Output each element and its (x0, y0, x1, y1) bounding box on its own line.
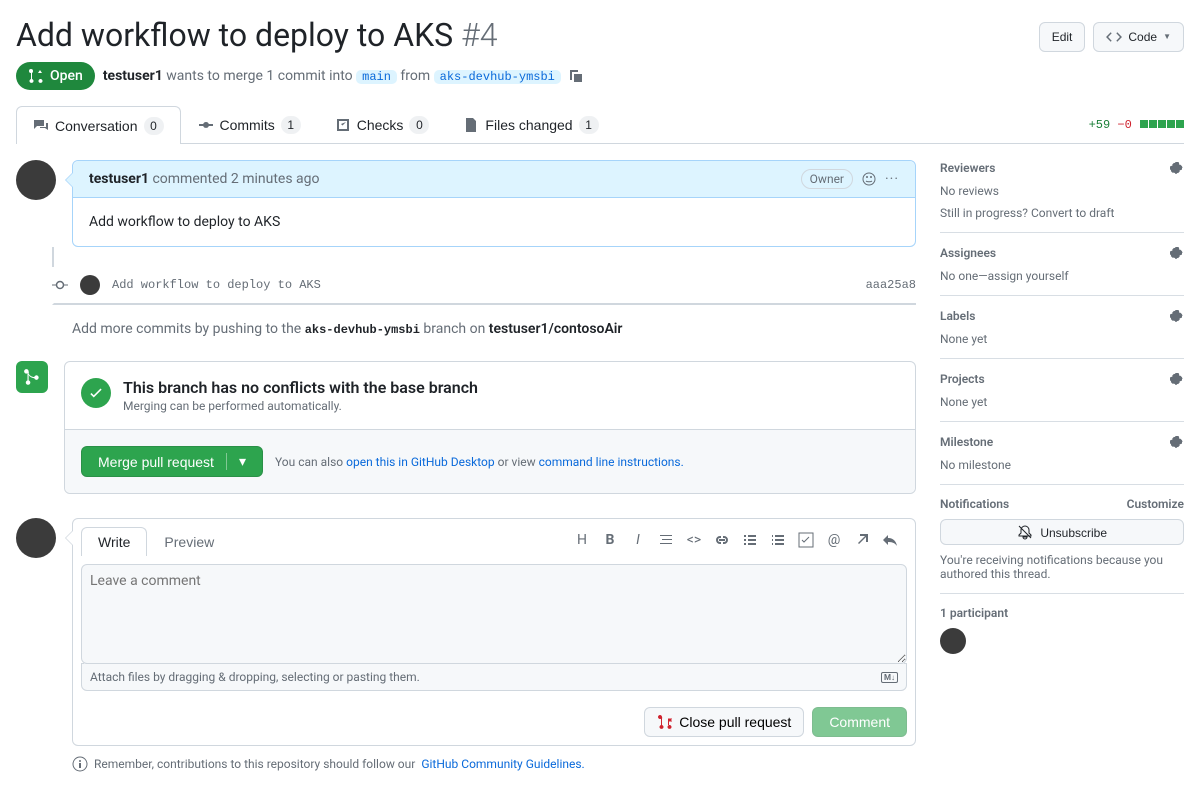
checklist-icon (335, 117, 351, 133)
link-icon[interactable] (713, 532, 731, 552)
close-pr-button[interactable]: Close pull request (644, 707, 804, 737)
copy-icon[interactable] (568, 68, 584, 84)
write-tab[interactable]: Write (81, 527, 147, 556)
sidebar-labels: Labels None yet (940, 296, 1184, 359)
tab-commits[interactable]: Commits1 (181, 106, 318, 143)
comment-body: Add workflow to deploy to AKS (73, 198, 915, 246)
diffstat: +59 −0 (1089, 118, 1184, 132)
author-role-badge: Owner (801, 169, 853, 189)
smiley-icon[interactable] (861, 171, 877, 187)
merge-pull-request-button[interactable]: Merge pull request▾ (81, 446, 263, 477)
commits-count: 1 (281, 116, 301, 134)
sidebar-assignees: Assignees No one—assign yourself (940, 233, 1184, 296)
gear-icon[interactable] (1168, 371, 1184, 387)
gear-icon[interactable] (1168, 160, 1184, 176)
unordered-list-icon[interactable] (741, 532, 759, 552)
commit-row: Add workflow to deploy to AKS aaa25a8 (16, 267, 916, 303)
merge-description: testuser1 wants to merge 1 commit into m… (103, 68, 585, 84)
guidelines-link[interactable]: GitHub Community Guidelines. (421, 757, 584, 771)
markdown-toolbar: H B I <> @ (573, 532, 907, 552)
pr-title: Add workflow to deploy to AKS #4 (16, 16, 497, 54)
bold-icon[interactable]: B (601, 532, 619, 552)
code-icon (1106, 29, 1122, 45)
avatar[interactable] (80, 275, 100, 295)
pr-number: #4 (461, 16, 497, 54)
tab-checks[interactable]: Checks0 (318, 106, 447, 143)
git-pull-request-icon (28, 68, 44, 84)
tasklist-icon[interactable] (797, 532, 815, 552)
git-commit-icon (198, 117, 214, 133)
push-hint: Add more commits by pushing to the aks-d… (16, 313, 916, 345)
sidebar-participants: 1 participant (940, 594, 1184, 666)
checks-count: 0 (409, 116, 429, 134)
info-icon (72, 756, 88, 772)
italic-icon[interactable]: I (629, 532, 647, 552)
code-icon[interactable]: <> (685, 532, 703, 552)
comment-button[interactable]: Comment (812, 707, 907, 737)
comment-discussion-icon (33, 118, 49, 134)
customize-link[interactable]: Customize (1127, 497, 1184, 511)
commit-message[interactable]: Add workflow to deploy to AKS (112, 278, 321, 292)
caret-down-icon[interactable]: ▾ (226, 453, 246, 470)
comment-textarea[interactable] (81, 564, 907, 664)
files-count: 1 (579, 116, 599, 134)
kebab-icon[interactable]: ··· (885, 171, 899, 187)
merge-status-title: This branch has no conflicts with the ba… (123, 378, 478, 397)
assign-yourself-link[interactable]: assign yourself (988, 269, 1069, 283)
avatar[interactable] (16, 518, 56, 558)
pr-title-text: Add workflow to deploy to AKS (16, 16, 453, 54)
heading-icon[interactable]: H (573, 532, 591, 552)
command-line-link[interactable]: command line instructions. (539, 455, 684, 469)
conversation-count: 0 (144, 117, 164, 135)
quote-icon[interactable] (657, 532, 675, 552)
merge-status-subtitle: Merging can be performed automatically. (123, 399, 478, 413)
sidebar-milestone: Milestone No milestone (940, 422, 1184, 485)
git-merge-icon (23, 368, 41, 386)
sidebar-projects: Projects None yet (940, 359, 1184, 422)
git-pull-request-closed-icon (657, 714, 673, 730)
unsubscribe-button[interactable]: Unsubscribe (940, 519, 1184, 545)
attach-hint[interactable]: Attach files by dragging & dropping, sel… (81, 663, 907, 691)
edit-button[interactable]: Edit (1039, 22, 1086, 52)
caret-down-icon: ▼ (1163, 27, 1171, 47)
pr-state-open: Open (16, 62, 95, 90)
commit-dot-icon (52, 277, 68, 293)
convert-to-draft-link[interactable]: Convert to draft (1031, 206, 1115, 220)
mention-icon[interactable]: @ (825, 532, 843, 552)
git-merge-badge (16, 361, 48, 393)
avatar[interactable] (16, 160, 56, 200)
participant-avatar[interactable] (940, 628, 966, 654)
check-circle-icon (81, 378, 111, 408)
gear-icon[interactable] (1168, 308, 1184, 324)
preview-tab[interactable]: Preview (147, 527, 231, 556)
comment-meta: testuser1 commented 2 minutes ago (89, 171, 320, 187)
cross-reference-icon[interactable] (853, 532, 871, 552)
bell-slash-icon (1017, 524, 1033, 540)
tab-conversation[interactable]: Conversation0 (16, 106, 181, 144)
commit-sha[interactable]: aaa25a8 (866, 278, 916, 292)
sidebar-notifications: NotificationsCustomize Unsubscribe You'r… (940, 485, 1184, 594)
gear-icon[interactable] (1168, 245, 1184, 261)
target-branch-chip[interactable]: main (356, 70, 397, 84)
source-branch-chip[interactable]: aks-devhub-ymsbi (434, 70, 561, 84)
gear-icon[interactable] (1168, 434, 1184, 450)
markdown-icon[interactable]: M↓ (881, 672, 898, 683)
tab-files-changed[interactable]: Files changed1 (446, 106, 615, 143)
open-in-desktop-link[interactable]: open this in GitHub Desktop (346, 455, 495, 469)
code-button[interactable]: Code▼ (1093, 22, 1184, 52)
reply-icon[interactable] (881, 532, 899, 552)
file-diff-icon (463, 117, 479, 133)
merge-hint: You can also open this in GitHub Desktop… (275, 455, 684, 469)
sidebar-reviewers: Reviewers No reviews Still in progress? … (940, 160, 1184, 233)
comment-box: testuser1 commented 2 minutes ago Owner … (72, 160, 916, 247)
guidelines-note: Remember, contributions to this reposito… (16, 746, 916, 788)
ordered-list-icon[interactable] (769, 532, 787, 552)
